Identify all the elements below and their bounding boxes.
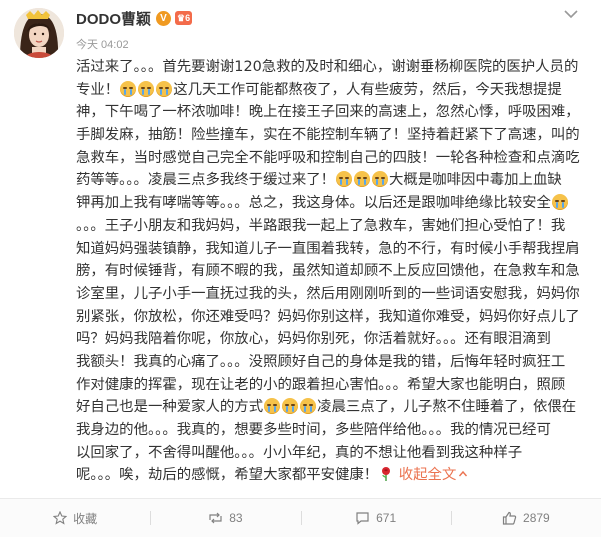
cry-emoji-icon (138, 80, 155, 97)
cry-emoji-icon (120, 80, 137, 97)
cry-emoji-icon (372, 171, 389, 188)
post-text: 钾再加上我有哮喘等等。。。总之，我这身体。以后还是跟咖啡绝缘比较安全 (76, 195, 551, 212)
comment-icon (356, 512, 369, 525)
post-text: 大概是咖啡因中毒加上血缺 (389, 172, 562, 189)
cry-emoji-icon (300, 398, 317, 415)
cry-emoji-icon (354, 171, 371, 188)
cry-emoji-icon (264, 398, 281, 415)
post-text-line: 以回家了，不舍得叫醒他。。。小小年纪，真的不想让他看到我这种样子 (76, 442, 586, 465)
like-button[interactable]: 2879 (450, 499, 601, 537)
post-text-line: 吗？妈妈我陪着你呢，你放心，妈妈你别死，你活着就好。。。还有眼泪滴到 (76, 328, 586, 351)
post-text: 我额头！我真的心痛了。。。没照顾好自己的身体是我的错，后悔年轻时疯狂工 (76, 353, 566, 370)
action-bar: 收藏 83 671 2879 (0, 498, 601, 537)
repost-count: 83 (229, 511, 243, 525)
post-text-line: 神，下午喝了一杯浓咖啡！晚上在接王子回来的高速上，忽然心悸，呼吸困难， (76, 101, 586, 124)
vip-badge: ♛ 6 (175, 11, 193, 25)
post-text-line: 专业！ 这几天工作可能都熬夜了，人有些疲劳，然后，今天我想提提 (76, 79, 586, 102)
favorite-label: 收藏 (73, 511, 98, 526)
post-text-line: 诊室里，儿子小手一直抚过我的头，然后用刚刚听到的一些词语安慰我，妈妈你 (76, 283, 586, 306)
star-icon (53, 511, 68, 525)
repost-button[interactable]: 83 (150, 499, 300, 537)
comment-button[interactable]: 671 (300, 499, 451, 537)
post-text: 诊室里，儿子小手一直抚过我的头，然后用刚刚听到的一些词语安慰我，妈妈你 (76, 285, 580, 302)
verified-badge: V (156, 10, 172, 26)
post-text-line: 急救车，当时感觉自己完全不能呼吸和控制自己的四肢！一轮各种检查和点滴吃 (76, 147, 586, 170)
post-text-line: 我额头！我真的心痛了。。。没照顾好自己的身体是我的错，后悔年轻时疯狂工 (76, 351, 586, 374)
collapse-full-text-link[interactable]: 收起全文 (394, 467, 468, 483)
cry-emoji-icon (336, 171, 353, 188)
post-text-line: 膀，有时候锤背，有顾不暇的我，虽然知道却顾不上反应回馈他，在急救车和急 (76, 260, 586, 283)
crown-icon: ♛ (177, 12, 186, 23)
post-time[interactable]: 今天 04:02 (76, 36, 129, 52)
like-count: 2879 (523, 511, 550, 525)
post-text: 吗？妈妈我陪着你呢，你放心，妈妈你别死，你活着就好。。。还有眼泪滴到 (76, 331, 551, 348)
post-text-line: 活过来了。。。首先要谢谢120急救的及时和细心，谢谢垂杨柳医院的医护人员的 (76, 56, 586, 79)
post-text: 手脚发麻，抽筋！险些撞车，实在不能控制车辆了！坚持着赶紧下了高速，叫的 (76, 127, 580, 144)
post-text-line: 药等等。。。凌晨三点多我终于缓过来了！ 大概是咖啡因中毒加上血缺 (76, 169, 586, 192)
avatar[interactable] (14, 8, 64, 58)
weibo-post-card: DODO曹颖 V ♛ 6 今天 04:02 活过来了。。。首先要谢谢120急救的及… (0, 0, 601, 537)
more-chevron-icon[interactable] (562, 7, 580, 21)
post-text: 活过来了。。。首先要谢谢120急救的及时和细心，谢谢垂杨柳医院的医护人员的 (76, 59, 579, 75)
post-text-line: 。。。王子小朋友和我妈妈，半路跟我一起上了急救车，害她们担心受怕了！我 (76, 215, 586, 238)
post-text: 急救车，当时感觉自己完全不能呼吸和控制自己的四肢！一轮各种检查和点滴吃 (76, 149, 580, 166)
collapse-label: 收起全文 (394, 467, 457, 484)
post-content: 活过来了。。。首先要谢谢120急救的及时和细心，谢谢垂杨柳医院的医护人员的 专业！… (76, 56, 586, 487)
post-text: 专业！ (76, 81, 120, 98)
repost-icon (209, 512, 222, 524)
post-text-line: 钾再加上我有哮喘等等。。。总之，我这身体。以后还是跟咖啡绝缘比较安全 (76, 192, 586, 215)
favorite-button[interactable]: 收藏 (0, 499, 150, 537)
post-text: 呢。。。唉，劫后的感慨，希望大家都平安健康！ (76, 467, 379, 484)
post-text: 这几天工作可能都熬夜了，人有些疲劳，然后，今天我想提提 (173, 81, 562, 98)
cry-emoji-icon (282, 398, 299, 415)
post-text: 知道妈妈强装镇静，我知道儿子一直围着我转，急的不行，有时候小手帮我捏肩 (76, 240, 580, 257)
comment-count: 671 (376, 511, 397, 525)
post-text-line: 知道妈妈强装镇静，我知道儿子一直围着我转，急的不行，有时候小手帮我捏肩 (76, 238, 586, 261)
post-text-line: 别紧张，你放松，你还难受吗？妈妈你别这样，我知道你难受，妈妈你好点儿了 (76, 306, 586, 329)
post-text-line: 好自己也是一种爱家人的方式 凌晨三点了，儿子熬不住睡着了，依偎在 (76, 396, 586, 419)
author-name[interactable]: DODO曹颖 (76, 8, 151, 29)
cry-emoji-icon (551, 194, 568, 211)
post-text-line: 呢。。。唉，劫后的感慨，希望大家都平安健康！ 收起全文 (76, 464, 586, 487)
vip-level: 6 (185, 13, 191, 23)
post-text: 神，下午喝了一杯浓咖啡！晚上在接王子回来的高速上，忽然心悸，呼吸困难， (76, 104, 580, 121)
post-text: 。。。王子小朋友和我妈妈，半路跟我一起上了急救车，害她们担心受怕了！我 (76, 217, 566, 234)
post-text: 我身边的他。。。我真的，想要多些时间，多些陪伴给他。。。我的情况已经可 (76, 422, 551, 438)
post-text: 别紧张，你放松，你还难受吗？妈妈你别这样，我知道你难受，妈妈你好点儿了 (76, 308, 580, 325)
post-text: 以回家了，不舍得叫醒他。。。小小年纪，真的不想让他看到我这种样子 (76, 444, 523, 461)
post-text: 药等等。。。凌晨三点多我终于缓过来了！ (76, 172, 336, 189)
post-text: 凌晨三点了，儿子熬不住睡着了，依偎在 (317, 399, 577, 416)
chevron-up-icon (459, 471, 468, 477)
avatar-image (14, 8, 64, 58)
post-text-line: 我身边的他。。。我真的，想要多些时间，多些陪伴给他。。。我的情况已经可 (76, 419, 586, 442)
post-text: 好自己也是一种爱家人的方式 (76, 399, 264, 416)
post-text-line: 手脚发麻，抽筋！险些撞车，实在不能控制车辆了！坚持着赶紧下了高速，叫的 (76, 124, 586, 147)
like-icon (502, 511, 517, 525)
rose-icon (382, 467, 391, 482)
post-text: 膀，有时候锤背，有顾不暇的我，虽然知道却顾不上反应回馈他，在急救车和急 (76, 263, 580, 280)
author-row: DODO曹颖 V ♛ 6 (76, 8, 193, 29)
cry-emoji-icon (156, 80, 173, 97)
post-text-line: 作对健康的挥霍，现在让老的小的跟着担心害怕。。。希望大家也能明白，照顾 (76, 374, 586, 397)
post-meta: 今天 04:02 (76, 36, 129, 52)
post-text: 作对健康的挥霍，现在让老的小的跟着担心害怕。。。希望大家也能明白，照顾 (76, 376, 566, 393)
